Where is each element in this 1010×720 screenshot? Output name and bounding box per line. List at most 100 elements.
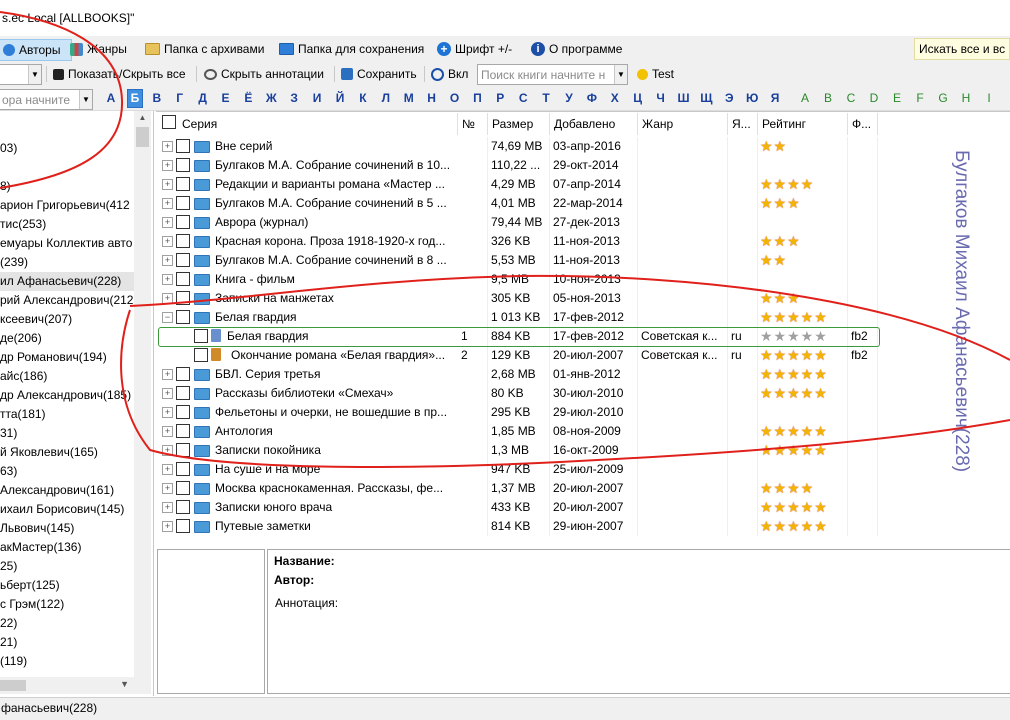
letter-button[interactable]: В xyxy=(150,91,164,105)
author-list-item[interactable]: арион Григорьевич(412 xyxy=(0,196,134,215)
expand-icon[interactable]: + xyxy=(162,217,173,228)
author-list-item[interactable]: Львович(145) xyxy=(0,519,134,538)
latin-letter-button[interactable]: F xyxy=(913,91,927,105)
latin-letter-button[interactable]: E xyxy=(890,91,904,105)
hscroll-thumb[interactable] xyxy=(0,680,26,691)
expand-icon[interactable]: + xyxy=(162,483,173,494)
row-checkbox[interactable] xyxy=(176,215,190,229)
table-row[interactable]: + На суше и на море 947 KB 25-июл-2009 xyxy=(158,460,898,479)
letter-button[interactable]: Н xyxy=(425,91,439,105)
expand-icon[interactable]: + xyxy=(162,236,173,247)
author-list-item[interactable]: рий Александрович(212 xyxy=(0,291,134,310)
letter-button[interactable]: П xyxy=(470,91,484,105)
row-checkbox[interactable] xyxy=(176,424,190,438)
expand-icon[interactable]: + xyxy=(162,521,173,532)
row-checkbox[interactable] xyxy=(176,291,190,305)
search-all-field[interactable]: Искать все и вс xyxy=(914,38,1010,60)
expand-icon[interactable]: + xyxy=(162,502,173,513)
expand-icon[interactable]: + xyxy=(162,293,173,304)
letter-button[interactable]: О xyxy=(448,91,462,105)
author-list-item[interactable]: ксеевич(207) xyxy=(0,310,134,329)
row-checkbox[interactable] xyxy=(176,481,190,495)
author-list-item[interactable]: тис(253) xyxy=(0,215,134,234)
latin-letter-button[interactable]: B xyxy=(821,91,835,105)
rating-stars[interactable]: ★★★★★ xyxy=(760,422,828,441)
expand-icon[interactable]: + xyxy=(162,179,173,190)
test-button[interactable]: Test xyxy=(637,64,674,84)
row-checkbox[interactable] xyxy=(176,272,190,286)
author-list-item[interactable]: (119) xyxy=(0,652,134,671)
letter-button[interactable]: Р xyxy=(493,91,507,105)
table-row[interactable]: + Москва краснокаменная. Рассказы, фе... 1… xyxy=(158,479,898,498)
author-list-item[interactable] xyxy=(0,158,134,177)
authors-button[interactable]: Авторы xyxy=(0,39,72,61)
expand-icon[interactable]: + xyxy=(162,141,173,152)
row-checkbox[interactable] xyxy=(194,329,208,343)
rating-stars[interactable]: ★★★★★ xyxy=(760,308,828,327)
author-list-item[interactable]: Александрович(161) xyxy=(0,481,134,500)
latin-letter-button[interactable]: A xyxy=(798,91,812,105)
horizontal-scrollbar[interactable]: ▼ xyxy=(0,677,151,694)
letter-button[interactable]: Э xyxy=(722,91,736,105)
table-row[interactable]: + Булгаков М.А. Собрание сочинений в 8 ..… xyxy=(158,251,898,270)
latin-letter-button[interactable]: C xyxy=(844,91,858,105)
latin-letter-button[interactable]: H xyxy=(959,91,973,105)
author-list-item[interactable]: 63) xyxy=(0,462,134,481)
row-checkbox[interactable] xyxy=(176,310,190,324)
archive-folder-button[interactable]: Папка с архивами xyxy=(145,39,264,59)
expand-icon[interactable]: + xyxy=(162,445,173,456)
letter-button[interactable]: Ф xyxy=(585,91,599,105)
author-list-item[interactable]: 8) xyxy=(0,177,134,196)
expand-icon[interactable]: + xyxy=(162,464,173,475)
row-checkbox[interactable] xyxy=(176,462,190,476)
row-checkbox[interactable] xyxy=(176,177,190,191)
enable-button[interactable]: Вкл xyxy=(431,64,468,84)
letter-button[interactable]: Щ xyxy=(699,91,713,105)
table-row[interactable]: Белая гвардия 1 884 KB 17-фев-2012 Советская… xyxy=(158,327,898,346)
author-list-item[interactable]: ихаил Борисович(145) xyxy=(0,500,134,519)
table-row[interactable]: + Записки на манжетах 305 KB 05-ноя-2013 ★★★ xyxy=(158,289,898,308)
author-list-item[interactable]: айс(186) xyxy=(0,367,134,386)
expand-icon[interactable]: + xyxy=(162,160,173,171)
scroll-down-icon[interactable]: ▼ xyxy=(120,679,129,689)
column-header-size[interactable]: Размер xyxy=(488,113,550,135)
left-combo[interactable]: ▼ xyxy=(0,64,42,85)
author-list-item[interactable]: емуары Коллектив авто xyxy=(0,234,134,253)
row-checkbox[interactable] xyxy=(176,443,190,457)
rating-stars[interactable]: ★★★ xyxy=(760,194,801,213)
author-list-item[interactable]: 25) xyxy=(0,557,134,576)
chevron-down-icon[interactable]: ▼ xyxy=(28,65,41,84)
vertical-scrollbar[interactable]: ▲ xyxy=(134,111,151,677)
book-search-combo[interactable]: Поиск книги начните н ▼ xyxy=(477,64,628,85)
expand-icon[interactable]: + xyxy=(162,388,173,399)
column-header-rating[interactable]: Рейтинг xyxy=(758,113,848,135)
scroll-thumb[interactable] xyxy=(136,127,149,147)
latin-letter-button[interactable]: I xyxy=(982,91,996,105)
author-list-item[interactable]: с Грэм(122) xyxy=(0,595,134,614)
letter-button[interactable]: Г xyxy=(173,91,187,105)
rating-stars[interactable]: ★★★★★ xyxy=(760,517,828,536)
row-checkbox[interactable] xyxy=(176,234,190,248)
table-row[interactable]: + Редакции и варианты романа «Мастер ... 4… xyxy=(158,175,898,194)
letter-button[interactable]: С xyxy=(516,91,530,105)
table-row[interactable]: + Булгаков М.А. Собрание сочинений в 5 ..… xyxy=(158,194,898,213)
author-list-item[interactable]: акМастер(136) xyxy=(0,538,134,557)
table-row[interactable]: + Аврора (журнал) 79,44 MB 27-дек-2013 xyxy=(158,213,898,232)
expand-icon[interactable]: + xyxy=(162,274,173,285)
chevron-down-icon[interactable]: ▼ xyxy=(614,65,627,84)
toggle-all-button[interactable]: Показать/Скрыть все xyxy=(53,64,186,84)
letter-button[interactable]: А xyxy=(104,91,118,105)
scroll-up-icon[interactable]: ▲ xyxy=(136,113,149,123)
expand-icon[interactable]: − xyxy=(162,312,173,323)
author-list-item[interactable]: тта(181) xyxy=(0,405,134,424)
letter-button[interactable]: Ё xyxy=(241,91,255,105)
table-row[interactable]: + Записки покойника 1,3 MB 16-окт-2009 ★★★★★ xyxy=(158,441,898,460)
expand-icon[interactable]: + xyxy=(162,426,173,437)
table-row[interactable]: + Путевые заметки 814 KB 29-июн-2007 ★★★★★ xyxy=(158,517,898,536)
row-checkbox[interactable] xyxy=(176,405,190,419)
letter-button[interactable]: К xyxy=(356,91,370,105)
letter-button[interactable]: Б xyxy=(126,89,143,108)
letter-button[interactable]: Ж xyxy=(264,91,278,105)
table-row[interactable]: + Книга - фильм 9,5 MB 10-ноя-2013 xyxy=(158,270,898,289)
row-checkbox[interactable] xyxy=(176,367,190,381)
